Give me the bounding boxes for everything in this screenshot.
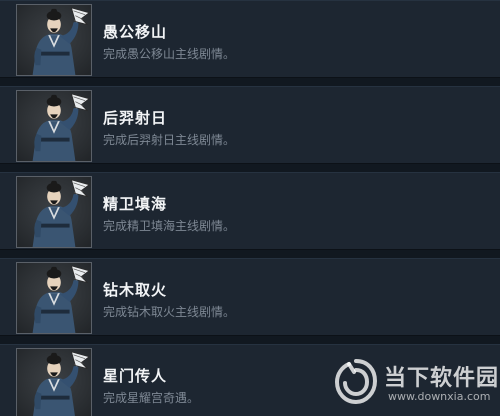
watermark-url: www.downxia.com <box>388 390 491 403</box>
watermark: 当下软件园 www.downxia.com <box>332 354 498 412</box>
achievement-item[interactable]: 钻木取火 完成钻木取火主线剧情。 <box>0 258 500 336</box>
achievement-item[interactable]: 精卫填海 完成精卫填海主线剧情。 <box>0 172 500 250</box>
achievement-list: 愚公移山 完成愚公移山主线剧情。 后羿射日 完成后羿射日主线剧情。 精卫填海 完… <box>0 0 500 416</box>
achievement-item[interactable]: 后羿射日 完成后羿射日主线剧情。 <box>0 86 500 164</box>
scholar-portrait-icon <box>16 4 92 76</box>
scholar-portrait-icon <box>16 176 92 248</box>
achievement-description: 完成后羿射日主线剧情。 <box>103 133 236 147</box>
achievement-description: 完成星耀宫奇遇。 <box>103 391 200 405</box>
scholar-portrait-icon <box>16 90 92 162</box>
watermark-logo-icon <box>334 359 378 405</box>
scholar-portrait-icon <box>16 348 92 416</box>
achievement-title: 精卫填海 <box>103 195 168 213</box>
achievement-title: 星门传人 <box>103 367 168 385</box>
achievement-title: 后羿射日 <box>103 109 168 127</box>
achievement-title: 钻木取火 <box>103 281 168 299</box>
achievement-item[interactable]: 愚公移山 完成愚公移山主线剧情。 <box>0 0 500 78</box>
achievement-description: 完成精卫填海主线剧情。 <box>103 219 236 233</box>
scholar-portrait-icon <box>16 262 92 334</box>
achievement-title: 愚公移山 <box>103 23 168 41</box>
achievement-description: 完成愚公移山主线剧情。 <box>103 47 236 61</box>
achievement-description: 完成钻木取火主线剧情。 <box>103 305 236 319</box>
watermark-name: 当下软件园 <box>384 366 500 391</box>
